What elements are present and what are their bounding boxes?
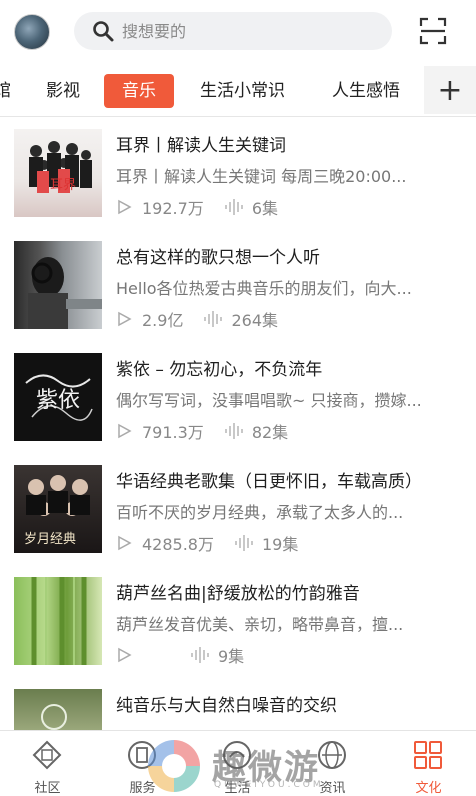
episode-count: 19集 [262,535,299,554]
item-meta: 2.9亿 264集 [116,307,278,331]
category-tabs: 馆 影视 音乐 生活小常识 人生感悟 + [0,66,476,114]
play-count: 791.3万 [142,423,204,442]
item-meta: 9集 [116,643,244,667]
play-count-icon [118,647,132,663]
item-title: 纯音乐与大自然白噪音的交织 [116,696,337,716]
cover-text: 岁月经典 [24,532,76,547]
nav-culture[interactable]: 文化 [381,731,476,796]
play-count-icon [118,311,132,327]
list-item[interactable]: 岁月经典 华语经典老歌集（日更怀旧，车载高质） 百听不厌的岁月经典，承载了太多人… [0,453,476,565]
play-count-icon [118,199,132,215]
nav-label: 文化 [415,781,442,796]
tab-life-insights[interactable]: 人生感悟 [332,74,400,108]
cover-text: 紫依 [36,388,80,413]
item-description: 耳界丨解读人生关键词 每周三晚20:00... [116,167,407,186]
play-count: 2.9亿 [142,311,184,330]
tab-partial[interactable]: 馆 [0,74,11,108]
watermark-subtext: QUWEIYOU.COM [214,780,324,790]
item-title: 耳界丨解读人生关键词 [116,136,286,156]
item-title: 总有这样的歌只想一个人听 [116,248,320,268]
play-count-icon [118,423,132,439]
culture-grid-icon [414,741,442,769]
episodes-icon [225,423,243,439]
community-icon [32,740,62,770]
list-item[interactable]: 耳界 耳界丨解读人生关键词 耳界丨解读人生关键词 每周三晚20:00... 19… [0,117,476,229]
tab-movies[interactable]: 影视 [46,74,80,108]
item-description: 偶尔写写词，没事唱唱歌~ 只接商，攒嫁... [116,391,422,410]
item-meta: 4285.8万 19集 [116,531,298,555]
list-item[interactable]: 葫芦丝名曲|舒缓放松的竹韵雅音 葫芦丝发音优美、亲切，略带鼻音，擅... 9集 [0,565,476,677]
item-description: Hello各位热爱古典音乐的朋友们，向大... [116,279,412,298]
avatar-icon[interactable] [14,14,50,50]
album-cover-image [14,577,102,665]
tab-life-tips[interactable]: 生活小常识 [200,74,285,108]
item-meta: 791.3万 82集 [116,419,288,443]
search-icon [84,12,122,50]
episode-count: 82集 [251,423,289,442]
scan-icon[interactable] [418,16,448,46]
list-item[interactable]: 总有这样的歌只想一个人听 Hello各位热爱古典音乐的朋友们，向大... 2.9… [0,229,476,341]
album-cover-image: 岁月经典 [14,465,102,553]
add-tab-button[interactable]: + [424,66,476,114]
nav-community[interactable]: 社区 [0,731,95,796]
episode-count: 6集 [251,199,278,218]
item-title: 华语经典老歌集（日更怀旧，车载高质） [116,472,422,492]
album-cover-image: 耳界 [14,129,102,217]
item-description: 百听不厌的岁月经典，承载了太多人的... [116,503,404,522]
watermark: 趣微游 QUWEIYOU.COM [140,738,380,794]
album-cover-image [14,241,102,329]
watermark-logo-icon [148,740,200,792]
search-bar[interactable] [74,12,392,50]
item-meta: 192.7万 6集 [116,195,278,219]
album-cover-image: 紫依 [14,353,102,441]
list-item[interactable]: 纯音乐与大自然白噪音的交织 [0,677,476,730]
album-cover-image [14,689,102,730]
list-item[interactable]: 紫依 紫依 – 勿忘初心，不负流年 偶尔写写词，没事唱唱歌~ 只接商，攒嫁...… [0,341,476,453]
item-title: 紫依 – 勿忘初心，不负流年 [116,360,323,380]
search-input[interactable] [122,21,362,41]
episodes-icon [191,647,209,663]
play-count: 4285.8万 [142,535,214,554]
nav-label: 社区 [34,781,61,796]
play-count: 192.7万 [142,199,204,218]
play-count-icon [118,535,132,551]
plus-icon: + [437,72,463,108]
episode-count: 264集 [231,311,278,330]
tab-music[interactable]: 音乐 [104,74,174,108]
item-title: 葫芦丝名曲|舒缓放松的竹韵雅音 [116,584,360,604]
top-bar [0,0,476,62]
episode-count: 9集 [218,647,245,666]
item-description: 葫芦丝发音优美、亲切，略带鼻音，擅... [116,615,404,634]
episodes-icon [204,311,223,327]
episodes-icon [235,535,253,551]
episodes-icon [225,199,243,215]
cover-text: 耳界 [50,178,76,193]
